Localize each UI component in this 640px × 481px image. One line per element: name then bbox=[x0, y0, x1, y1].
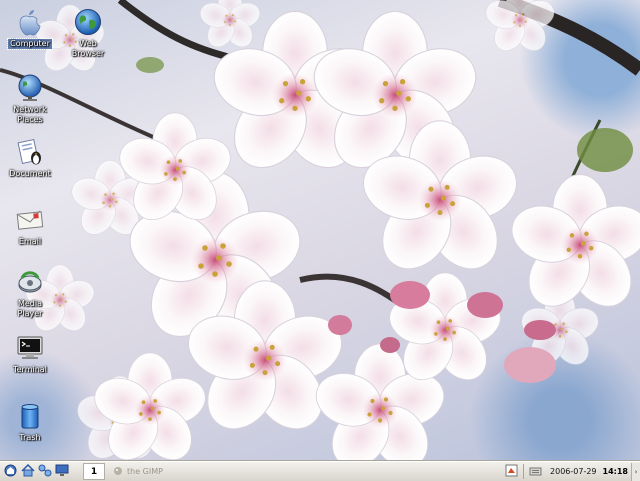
desktop-icon-terminal[interactable]: Terminal bbox=[1, 334, 59, 375]
desktop-icon-label: Network Places bbox=[13, 105, 47, 124]
desktop-icon-label: Media Player bbox=[17, 299, 43, 318]
gimp-icon bbox=[113, 466, 123, 478]
envelope-icon bbox=[16, 206, 44, 234]
document-penguin-icon bbox=[16, 138, 44, 166]
globe-icon bbox=[74, 8, 102, 36]
tray-gimp-button[interactable] bbox=[503, 463, 520, 480]
keyboard-icon bbox=[529, 462, 542, 481]
panel-hide-button[interactable]: › bbox=[631, 462, 640, 481]
home-icon bbox=[20, 462, 35, 481]
desktop-icon-label: Web Browser bbox=[71, 39, 105, 58]
desktop-wallpaper bbox=[0, 0, 640, 461]
tray-keyboard-button[interactable] bbox=[527, 463, 544, 480]
taskbar-task-gimp[interactable]: the GIMP bbox=[109, 463, 167, 480]
chevron-right-icon: › bbox=[634, 467, 638, 476]
media-player-icon bbox=[16, 268, 44, 296]
tray-separator bbox=[523, 464, 525, 479]
gimp-tray-icon bbox=[505, 462, 518, 481]
network-globe-icon bbox=[16, 74, 44, 102]
desktop-icon-label: Document bbox=[9, 169, 51, 178]
cherry-blossom-photo bbox=[0, 0, 640, 461]
trash-can-icon bbox=[16, 402, 44, 430]
desktop-icon-label: Computer bbox=[7, 38, 53, 50]
start-menu-icon bbox=[4, 462, 17, 481]
clock-date: 2006-07-29 bbox=[550, 467, 597, 476]
monitor-icon bbox=[55, 462, 69, 481]
taskbar: 1 the GIMP 2006-07-29 14:18 › bbox=[0, 461, 640, 481]
desktop-icon-label: Trash bbox=[19, 433, 41, 442]
network-icon bbox=[38, 462, 52, 481]
desktop-icon-document[interactable]: Document bbox=[1, 138, 59, 179]
desktop-icon-trash[interactable]: Trash bbox=[1, 402, 59, 443]
desktop-icon-email[interactable]: Email bbox=[1, 206, 59, 247]
apple-computer-icon bbox=[16, 8, 44, 36]
clock-time[interactable]: 14:18 bbox=[603, 467, 628, 476]
desktop-icon-network-places[interactable]: Network Places bbox=[1, 74, 59, 125]
desktop-icon-label: Terminal bbox=[13, 365, 47, 374]
desktop-icon-media-player[interactable]: Media Player bbox=[1, 268, 59, 319]
monitor-launcher-button[interactable] bbox=[53, 463, 70, 480]
desktop-icon-label: Email bbox=[18, 237, 42, 246]
terminal-icon bbox=[16, 334, 44, 362]
home-launcher-button[interactable] bbox=[19, 463, 36, 480]
start-menu-button[interactable] bbox=[2, 463, 19, 480]
task-label: the GIMP bbox=[127, 467, 163, 476]
workspace-switcher[interactable]: 1 bbox=[83, 463, 105, 480]
network-launcher-button[interactable] bbox=[36, 463, 53, 480]
desktop-icon-web-browser[interactable]: Web Browser bbox=[59, 8, 117, 59]
desktop-icon-computer[interactable]: Computer bbox=[1, 8, 59, 50]
